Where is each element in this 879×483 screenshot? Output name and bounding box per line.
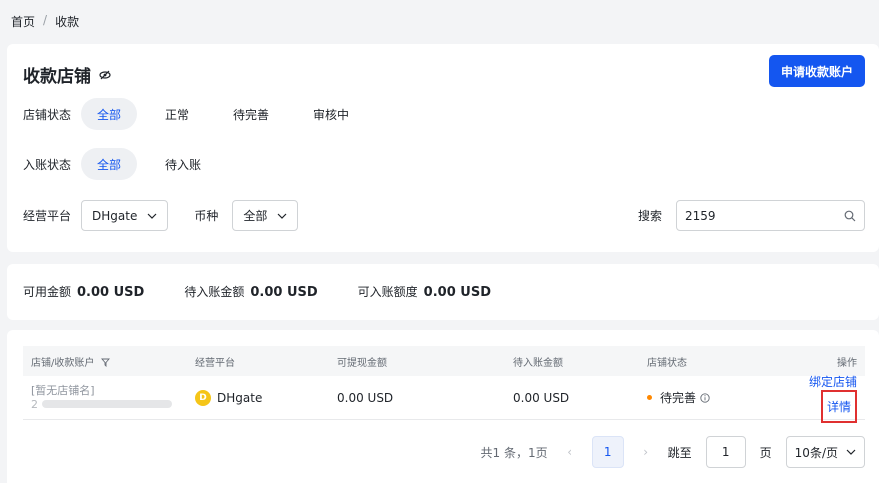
dhgate-logo-icon: D	[195, 389, 211, 406]
search-input[interactable]	[685, 208, 825, 223]
jump-page-input[interactable]	[705, 436, 746, 468]
chevron-down-icon	[846, 449, 856, 455]
page-current[interactable]: 1	[591, 436, 624, 468]
status-dot	[647, 395, 652, 400]
chevron-right-icon[interactable]: ›	[638, 445, 654, 459]
column-header-withdrawable: 可提现金额	[337, 357, 387, 369]
bind-shop-link[interactable]: 绑定店铺	[809, 375, 857, 389]
search-icon[interactable]	[844, 210, 856, 222]
jump-label: 跳至	[667, 445, 692, 460]
entry-status-all[interactable]: 全部	[81, 148, 138, 180]
breadcrumb-separator: /	[43, 13, 48, 27]
page-title: 收款店铺	[23, 62, 111, 87]
shop-account: 2	[31, 398, 195, 412]
search-box[interactable]	[676, 200, 865, 231]
page-title-text: 收款店铺	[23, 67, 91, 87]
breadcrumb-home[interactable]: 首页	[11, 13, 35, 30]
table-card: 店铺/收款账户 经营平台 可提现金额 待入账金额 店铺状态 操作 [暂无店铺名]…	[7, 330, 879, 483]
detail-highlight: 详情	[820, 389, 857, 423]
column-header-pending: 待入账金额	[513, 357, 563, 369]
platform-select-value: DHgate	[92, 208, 138, 223]
cell-withdrawable: 0.00 USD	[337, 390, 394, 405]
shop-table: 店铺/收款账户 经营平台 可提现金额 待入账金额 店铺状态 操作 [暂无店铺名]…	[23, 346, 865, 423]
balance-pending: 待入账金额 0.00 USD	[184, 283, 317, 300]
chevron-down-icon	[277, 213, 287, 219]
currency-label: 币种	[194, 209, 219, 223]
balance-label: 待入账金额	[184, 285, 245, 299]
shop-status-all[interactable]: 全部	[81, 98, 138, 130]
currency-select[interactable]: 全部	[232, 200, 299, 231]
column-header-platform: 经营平台	[195, 357, 235, 369]
eye-off-icon[interactable]	[99, 69, 111, 81]
chevron-left-icon[interactable]: ‹	[562, 445, 578, 459]
platform-select[interactable]: DHgate	[81, 200, 169, 231]
column-header-actions: 操作	[837, 357, 857, 369]
column-header-shop: 店铺/收款账户	[23, 354, 195, 369]
breadcrumb: 首页 / 收款	[11, 13, 79, 30]
entry-status-pending[interactable]: 待入账	[149, 148, 217, 180]
breadcrumb-current: 收款	[55, 15, 80, 29]
column-header-status: 店铺状态	[647, 357, 687, 369]
filter-icon[interactable]	[100, 358, 110, 368]
pagination: 共1 条，1页 ‹ 1 › 跳至 页 10条/页	[481, 436, 865, 468]
apply-account-button[interactable]: 申请收款账户	[769, 55, 865, 87]
cell-actions: 绑定店铺详情	[775, 373, 865, 423]
status-text: 待完善	[660, 391, 697, 405]
page-unit-label: 页	[759, 445, 772, 460]
platform-label: 经营平台	[23, 209, 72, 223]
masked-account	[41, 399, 172, 408]
currency-select-value: 全部	[243, 209, 268, 223]
balance-quota: 可入账额度 0.00 USD	[358, 283, 491, 300]
chevron-down-icon	[147, 213, 157, 219]
balance-label: 可用金额	[23, 285, 72, 299]
shop-account-prefix: 2	[31, 397, 38, 411]
balance-value: 0.00 USD	[423, 285, 491, 300]
balance-label: 可入账额度	[357, 285, 418, 299]
cell-shop: [暂无店铺名] 2	[23, 384, 195, 412]
shop-status-reviewing[interactable]: 审核中	[297, 98, 365, 130]
entry-status-filter: 入账状态 全部 待入账	[23, 148, 229, 180]
platform-name: DHgate	[217, 390, 263, 405]
pagination-summary: 共1 条，1页	[480, 445, 548, 460]
cell-platform: D DHgate	[195, 389, 337, 406]
cell-pending: 0.00 USD	[513, 390, 570, 405]
table-header: 店铺/收款账户 经营平台 可提现金额 待入账金额 店铺状态 操作	[23, 346, 865, 376]
shop-status-label: 店铺状态	[23, 107, 72, 122]
filter-card: 收款店铺 申请收款账户 店铺状态 全部 正常 待完善 审核中 入账状态 全部 待…	[7, 44, 879, 252]
balance-value: 0.00 USD	[77, 285, 145, 300]
balance-summary: 可用金额 0.00 USD 待入账金额 0.00 USD 可入账额度 0.00 USD	[23, 283, 491, 300]
select-row: 经营平台 DHgate 币种 全部 搜索	[23, 200, 865, 231]
balance-available: 可用金额 0.00 USD	[23, 283, 144, 300]
entry-status-label: 入账状态	[23, 157, 72, 172]
shop-name: [暂无店铺名]	[31, 383, 95, 397]
table-row: [暂无店铺名] 2 D DHgate 0.00 USD 0.00 USD 待完善…	[23, 373, 865, 423]
shop-status-normal[interactable]: 正常	[149, 98, 205, 130]
cell-status: 待完善	[647, 389, 775, 406]
page-size-value: 10条/页	[794, 445, 838, 460]
balance-value: 0.00 USD	[250, 285, 318, 300]
info-icon[interactable]	[700, 392, 710, 403]
shop-status-filter: 店铺状态 全部 正常 待完善 审核中	[23, 98, 377, 130]
page-size-select[interactable]: 10条/页	[785, 436, 865, 468]
balance-card: 可用金额 0.00 USD 待入账金额 0.00 USD 可入账额度 0.00 USD	[7, 264, 879, 320]
search-label: 搜索	[637, 209, 662, 223]
column-header-text: 店铺/收款账户	[31, 357, 95, 369]
detail-link[interactable]: 详情	[827, 400, 851, 414]
shop-status-incomplete[interactable]: 待完善	[217, 98, 285, 130]
